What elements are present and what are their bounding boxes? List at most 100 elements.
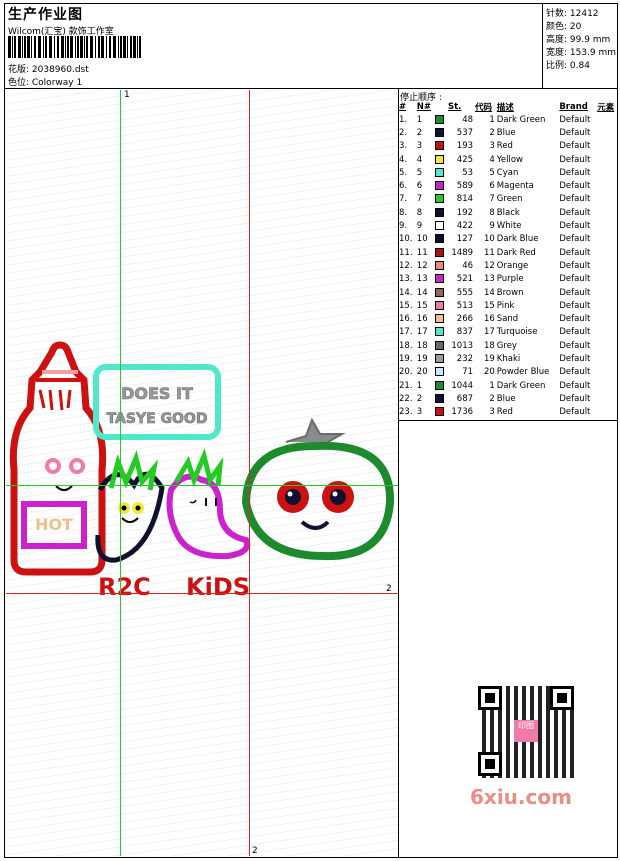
table-row[interactable]: 13. 13 521 13 Purple Default — [398, 273, 618, 286]
row-code: 4 — [489, 154, 495, 165]
thread-color-swatch — [435, 207, 445, 217]
table-row[interactable]: 10. 10 127 10 Dark Blue Default — [398, 233, 618, 246]
row-needle: 3 — [416, 407, 423, 418]
table-row[interactable]: 16. 16 266 16 Sand Default — [398, 312, 618, 325]
row-stitches: 48 — [462, 114, 474, 125]
row-description: Turquoise — [496, 327, 538, 338]
table-row[interactable]: 3. 3 193 3 Red Default — [398, 140, 618, 153]
col-element: 元素 — [597, 102, 615, 113]
table-row[interactable]: 5. 5 53 5 Cyan Default — [398, 166, 618, 179]
table-row[interactable]: 21. 1 1044 1 Dark Green Default — [398, 379, 618, 392]
row-brand: Default — [559, 367, 591, 378]
row-code: 10 — [483, 234, 495, 245]
color-swatch — [434, 326, 447, 339]
color-swatch — [434, 379, 447, 392]
row-index: 3. — [399, 141, 408, 152]
stats-divider — [542, 3, 543, 88]
table-row[interactable]: 2. 2 537 2 Blue Default — [398, 126, 618, 139]
horizontal-guide-red[interactable] — [6, 593, 398, 594]
colorway-label: 色位: Colorway 1 — [8, 78, 83, 88]
row-brand: Default — [559, 407, 591, 418]
row-element — [596, 166, 618, 179]
thread-color-swatch — [435, 141, 445, 151]
thread-color-swatch — [435, 340, 445, 350]
row-needle: 5 — [416, 167, 423, 178]
guide-label-red-vertical: 2 — [252, 846, 258, 856]
thread-color-swatch — [435, 154, 445, 164]
row-code: 3 — [489, 407, 495, 418]
row-needle: 1 — [416, 114, 423, 125]
row-description: Red — [496, 407, 513, 418]
row-index: 18. — [399, 340, 413, 351]
page-title: 生产作业图 — [8, 7, 83, 23]
color-swatch — [434, 126, 447, 139]
row-description: Powder Blue — [496, 367, 550, 378]
row-needle: 17 — [416, 327, 428, 338]
table-header-row: # N# St. 代码 描述 Brand 元素 — [398, 100, 618, 113]
row-stitches: 555 — [456, 287, 474, 298]
table-row[interactable]: 7. 7 814 7 Green Default — [398, 193, 618, 206]
row-description: Cyan — [496, 167, 519, 178]
table-row[interactable]: 15. 15 513 15 Pink Default — [398, 299, 618, 312]
color-swatch — [434, 140, 447, 153]
thread-color-swatch — [435, 260, 445, 270]
row-description: Dark Green — [496, 114, 546, 125]
table-row[interactable]: 18. 18 1013 18 Grey Default — [398, 339, 618, 352]
table-row[interactable]: 12. 12 46 12 Orange Default — [398, 259, 618, 272]
thread-color-swatch — [435, 287, 445, 297]
row-element — [596, 392, 618, 405]
table-row[interactable]: 11. 11 1489 11 Dark Red Default — [398, 246, 618, 259]
design-canvas[interactable]: HOT DOES IT TASYE GOOD R2C KiDS 1 2 2 — [6, 90, 398, 856]
row-code: 8 — [489, 207, 495, 218]
row-code: 2 — [489, 393, 495, 404]
table-row[interactable]: 19. 19 232 19 Khaki Default — [398, 352, 618, 365]
horizontal-guide-green[interactable] — [6, 485, 398, 486]
row-index: 15. — [399, 300, 413, 311]
color-swatch — [434, 206, 447, 219]
eggplant-illustration — [95, 450, 165, 563]
row-needle: 2 — [416, 127, 423, 138]
table-row[interactable]: 4. 4 425 4 Yellow Default — [398, 153, 618, 166]
row-index: 1. — [399, 114, 408, 125]
row-index: 2. — [399, 127, 408, 138]
row-stitches: 425 — [456, 154, 474, 165]
row-element — [596, 312, 618, 325]
row-needle: 2 — [416, 393, 423, 404]
table-row[interactable]: 17. 17 837 17 Turquoise Default — [398, 326, 618, 339]
thread-color-swatch — [435, 367, 445, 377]
row-index: 6. — [399, 181, 408, 192]
col-stitches: St. — [447, 101, 462, 112]
row-stitches: 266 — [456, 314, 474, 325]
vertical-guide-red[interactable] — [249, 90, 250, 856]
row-code: 17 — [483, 327, 495, 338]
table-row[interactable]: 9. 9 422 9 White Default — [398, 219, 618, 232]
row-brand: Default — [559, 393, 591, 404]
row-stitches: 537 — [456, 127, 474, 138]
row-description: Magenta — [496, 181, 534, 192]
row-element — [596, 339, 618, 352]
row-description: Dark Green — [496, 380, 546, 391]
row-brand: Default — [559, 327, 591, 338]
row-index: 21. — [399, 380, 413, 391]
thread-color-swatch — [435, 353, 445, 363]
color-count: 颜色: 20 — [546, 22, 582, 32]
row-brand: Default — [559, 260, 591, 271]
table-row[interactable]: 1. 1 48 1 Dark Green Default — [398, 113, 618, 126]
table-row[interactable]: 22. 2 687 2 Blue Default — [398, 392, 618, 405]
table-row[interactable]: 23. 3 1736 3 Red Default — [398, 406, 618, 419]
table-row[interactable]: 20. 20 71 20 Powder Blue Default — [398, 366, 618, 379]
table-row[interactable]: 8. 8 192 8 Black Default — [398, 206, 618, 219]
table-row[interactable]: 14. 14 555 14 Brown Default — [398, 286, 618, 299]
row-index: 8. — [399, 207, 408, 218]
color-swatch — [434, 193, 447, 206]
color-swatch — [434, 352, 447, 365]
row-brand: Default — [559, 207, 591, 218]
row-stitches: 513 — [456, 300, 474, 311]
row-index: 11. — [399, 247, 413, 258]
row-stitches: 837 — [456, 327, 474, 338]
guide-label-red-horizontal: 2 — [386, 584, 392, 594]
col-index: # — [399, 101, 407, 112]
table-row[interactable]: 6. 6 589 6 Magenta Default — [398, 179, 618, 192]
vertical-guide-green[interactable] — [120, 90, 121, 856]
row-description: Black — [496, 207, 520, 218]
